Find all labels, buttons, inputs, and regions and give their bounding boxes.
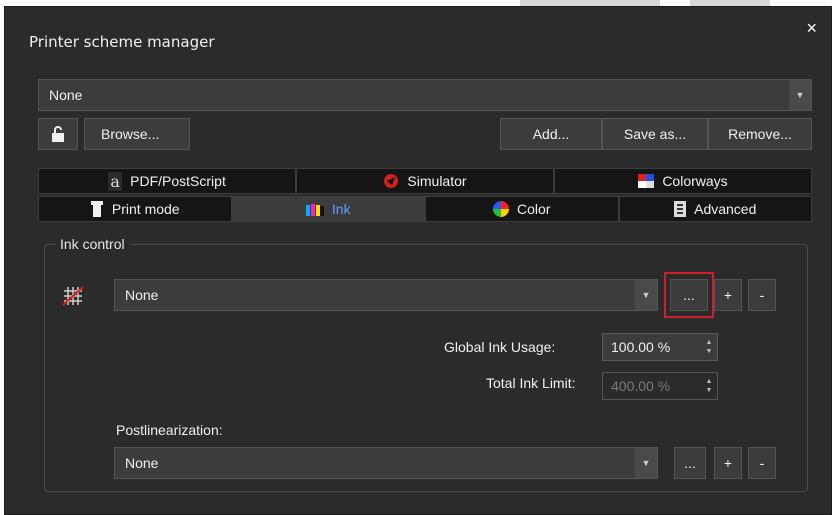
colorways-icon <box>638 174 655 188</box>
tab-color[interactable]: Color <box>425 196 619 222</box>
tab-label: Advanced <box>694 201 757 217</box>
tab-label: Color <box>517 201 551 217</box>
tab-colorways[interactable]: Colorways <box>554 168 812 194</box>
spinner-arrows-icon: ▲ ▼ <box>705 378 713 394</box>
print-mode-icon <box>90 201 104 217</box>
tab-label: Simulator <box>407 173 467 189</box>
chevron-down-icon[interactable]: ▼ <box>635 448 657 478</box>
scheme-select-value: None <box>49 87 83 103</box>
tab-row-bottom: Print mode Ink Color Advanced <box>38 196 812 222</box>
ink-control-legend: Ink control <box>56 236 129 252</box>
total-ink-limit-spinner: 400.00 % ▲ ▼ <box>602 372 718 400</box>
global-ink-usage-spinner[interactable]: 100.00 % ▲ ▼ <box>602 333 718 361</box>
chevron-down-icon[interactable]: ▼ <box>635 280 657 310</box>
global-ink-usage-label: Global Ink Usage: <box>444 339 556 355</box>
ink-add-button[interactable]: + <box>714 279 742 311</box>
browse-button[interactable]: Browse... <box>84 118 190 150</box>
postlinearization-more-button[interactable]: ... <box>674 447 706 479</box>
color-wheel-icon <box>493 201 510 217</box>
postlinearization-label: Postlinearization: <box>116 422 223 438</box>
ink-icon <box>305 202 324 216</box>
postlinearization-remove-button[interactable]: - <box>748 447 776 479</box>
ink-remove-button[interactable]: - <box>748 279 776 311</box>
total-ink-limit-label: Total Ink Limit: <box>486 375 576 391</box>
postlinearization-value: None <box>125 455 159 471</box>
tab-row-top: a PDF/PostScript Simulator Colorways <box>38 168 812 194</box>
ink-grid-icon <box>62 286 84 309</box>
tab-pdf-postscript[interactable]: a PDF/PostScript <box>38 168 296 194</box>
tab-label: Ink <box>331 201 351 217</box>
window-title: Printer scheme manager <box>29 33 215 51</box>
global-ink-usage-value: 100.00 % <box>611 339 671 355</box>
save-as-button[interactable]: Save as... <box>602 118 708 150</box>
tab-label: PDF/PostScript <box>130 173 226 189</box>
close-icon[interactable]: × <box>806 19 817 37</box>
chevron-down-icon[interactable]: ▼ <box>789 80 811 110</box>
tab-label: Colorways <box>662 173 728 189</box>
simulator-icon <box>383 173 399 189</box>
scheme-select[interactable]: None ▼ <box>38 79 812 111</box>
advanced-icon <box>674 201 687 217</box>
ink-select-value: None <box>125 287 159 303</box>
spinner-arrows-icon[interactable]: ▲ ▼ <box>703 336 715 358</box>
total-ink-limit-value: 400.00 % <box>611 378 671 394</box>
adobe-icon: a <box>108 171 123 191</box>
postlinearization-select[interactable]: None ▼ <box>114 447 658 479</box>
highlight-box <box>664 272 714 318</box>
tab-ink[interactable]: Ink <box>231 196 425 222</box>
ink-select[interactable]: None ▼ <box>114 279 658 311</box>
postlinearization-add-button[interactable]: + <box>714 447 742 479</box>
add-button[interactable]: Add... <box>500 118 602 150</box>
tab-advanced[interactable]: Advanced <box>618 196 812 222</box>
lock-button[interactable] <box>38 118 78 150</box>
remove-button[interactable]: Remove... <box>708 118 812 150</box>
title-bar: Printer scheme manager × <box>5 7 831 69</box>
unlock-icon <box>52 126 64 142</box>
tab-simulator[interactable]: Simulator <box>296 168 554 194</box>
tab-print-mode[interactable]: Print mode <box>38 196 232 222</box>
tab-label: Print mode <box>111 201 180 217</box>
